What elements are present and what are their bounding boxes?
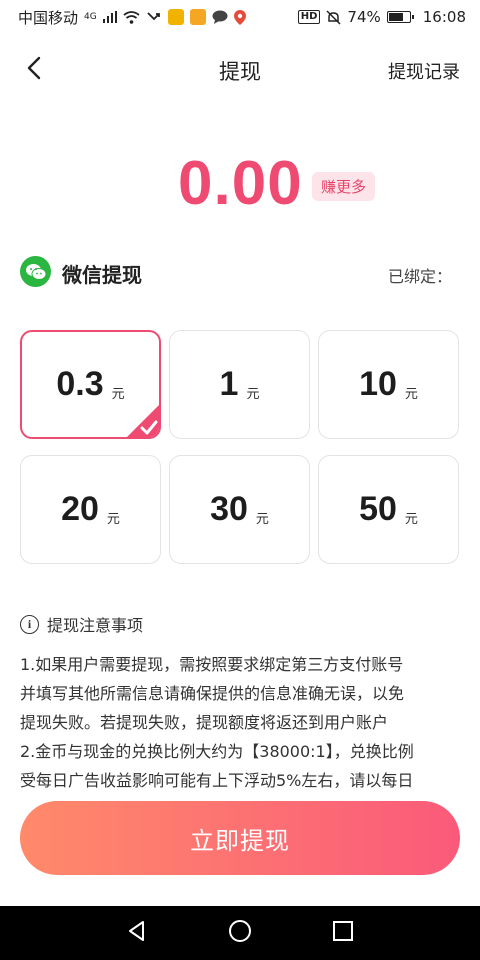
earn-more-button[interactable]: 赚更多 (312, 172, 376, 201)
nav-recents-button[interactable] (330, 920, 356, 946)
method-label: 微信提现 (62, 263, 142, 287)
notes-title: 提现注意事项 (47, 616, 144, 635)
amount-option[interactable]: 50 元 (318, 455, 459, 564)
amount-option[interactable]: 30 元 (169, 455, 310, 564)
wifi-icon (123, 10, 140, 24)
status-bar: 中国移动 4G HD 74% 16:08 (0, 0, 480, 34)
circle-home-icon (228, 919, 252, 947)
balance-section: 0.00 赚更多 (0, 148, 480, 218)
option-value: 10 (359, 365, 397, 403)
option-value: 1 (219, 365, 239, 403)
option-unit: 元 (404, 387, 418, 402)
withdraw-method: 微信提现 已绑定： (20, 252, 460, 292)
status-left: 中国移动 4G (18, 7, 246, 28)
option-unit: 元 (255, 512, 269, 527)
header: 提现 提现记录 (0, 34, 480, 106)
option-value: 50 (359, 490, 397, 528)
message-icon (212, 10, 228, 24)
withdraw-records-link[interactable]: 提现记录 (388, 58, 460, 84)
option-value: 0.3 (56, 365, 104, 403)
battery-percent: 74% (347, 8, 381, 26)
option-unit: 元 (111, 387, 125, 402)
battery-level (388, 13, 403, 21)
amount-option[interactable]: 20 元 (20, 455, 161, 564)
clock: 16:08 (422, 8, 466, 26)
notes-line: 受每日广告收益影响可能有上下浮动5%左右，请以每日 (20, 771, 414, 790)
option-unit: 元 (246, 387, 260, 402)
notes-body: 1.如果用户需要提现，需按照要求绑定第三方支付账号 并填写其他所需信息请确保提供… (20, 650, 466, 790)
bound-status: 已绑定： (387, 267, 452, 286)
option-unit: 元 (106, 512, 120, 527)
carrier-label: 中国移动 (18, 8, 79, 27)
amount-option[interactable]: 10 元 (318, 330, 459, 439)
network-type: 4G (84, 12, 97, 22)
option-value: 30 (210, 490, 248, 528)
notes-line: 2.金币与现金的兑换比例大约为【38000:1】，兑换比例 (20, 742, 414, 761)
notes-line: 提现失败。若提现失败，提现额度将返还到用户账户 (20, 713, 389, 732)
info-icon: i (20, 614, 39, 634)
withdraw-now-button[interactable]: 立即提现 (20, 801, 460, 875)
back-button[interactable] (18, 54, 50, 86)
notes-header: i 提现注意事项 (20, 612, 143, 636)
amount-options: 0.3 元 1元 10 元 20 元 30 元 50 元 (20, 330, 460, 564)
nav-home-button[interactable] (227, 920, 253, 946)
nav-back-button[interactable] (124, 920, 150, 946)
app-notification-icon (167, 9, 184, 25)
chevron-left-icon (26, 56, 42, 84)
mute-icon (326, 9, 341, 25)
square-recents-icon (332, 920, 354, 946)
hd-badge: HD (297, 10, 321, 24)
battery-icon (386, 11, 414, 23)
balance-amount: 0.00 (178, 149, 303, 218)
amount-option[interactable]: 1元 (169, 330, 310, 439)
notes-line: 1.如果用户需要提现，需按照要求绑定第三方支付账号 (20, 655, 404, 674)
option-value: 20 (61, 490, 99, 528)
missed-call-icon (146, 10, 162, 24)
wechat-icon (20, 256, 51, 287)
signal-icon (102, 11, 117, 23)
option-unit: 元 (404, 512, 418, 527)
app-notification-icon (189, 9, 206, 25)
selected-check-icon (127, 405, 159, 437)
location-icon (233, 9, 246, 25)
triangle-back-icon (126, 920, 148, 946)
system-nav-bar (0, 906, 480, 960)
notes-line: 并填写其他所需信息请确保提供的信息准确无误，以免 (20, 684, 405, 703)
amount-option[interactable]: 0.3 元 (20, 330, 161, 439)
status-right: HD 74% 16:08 (297, 8, 466, 26)
